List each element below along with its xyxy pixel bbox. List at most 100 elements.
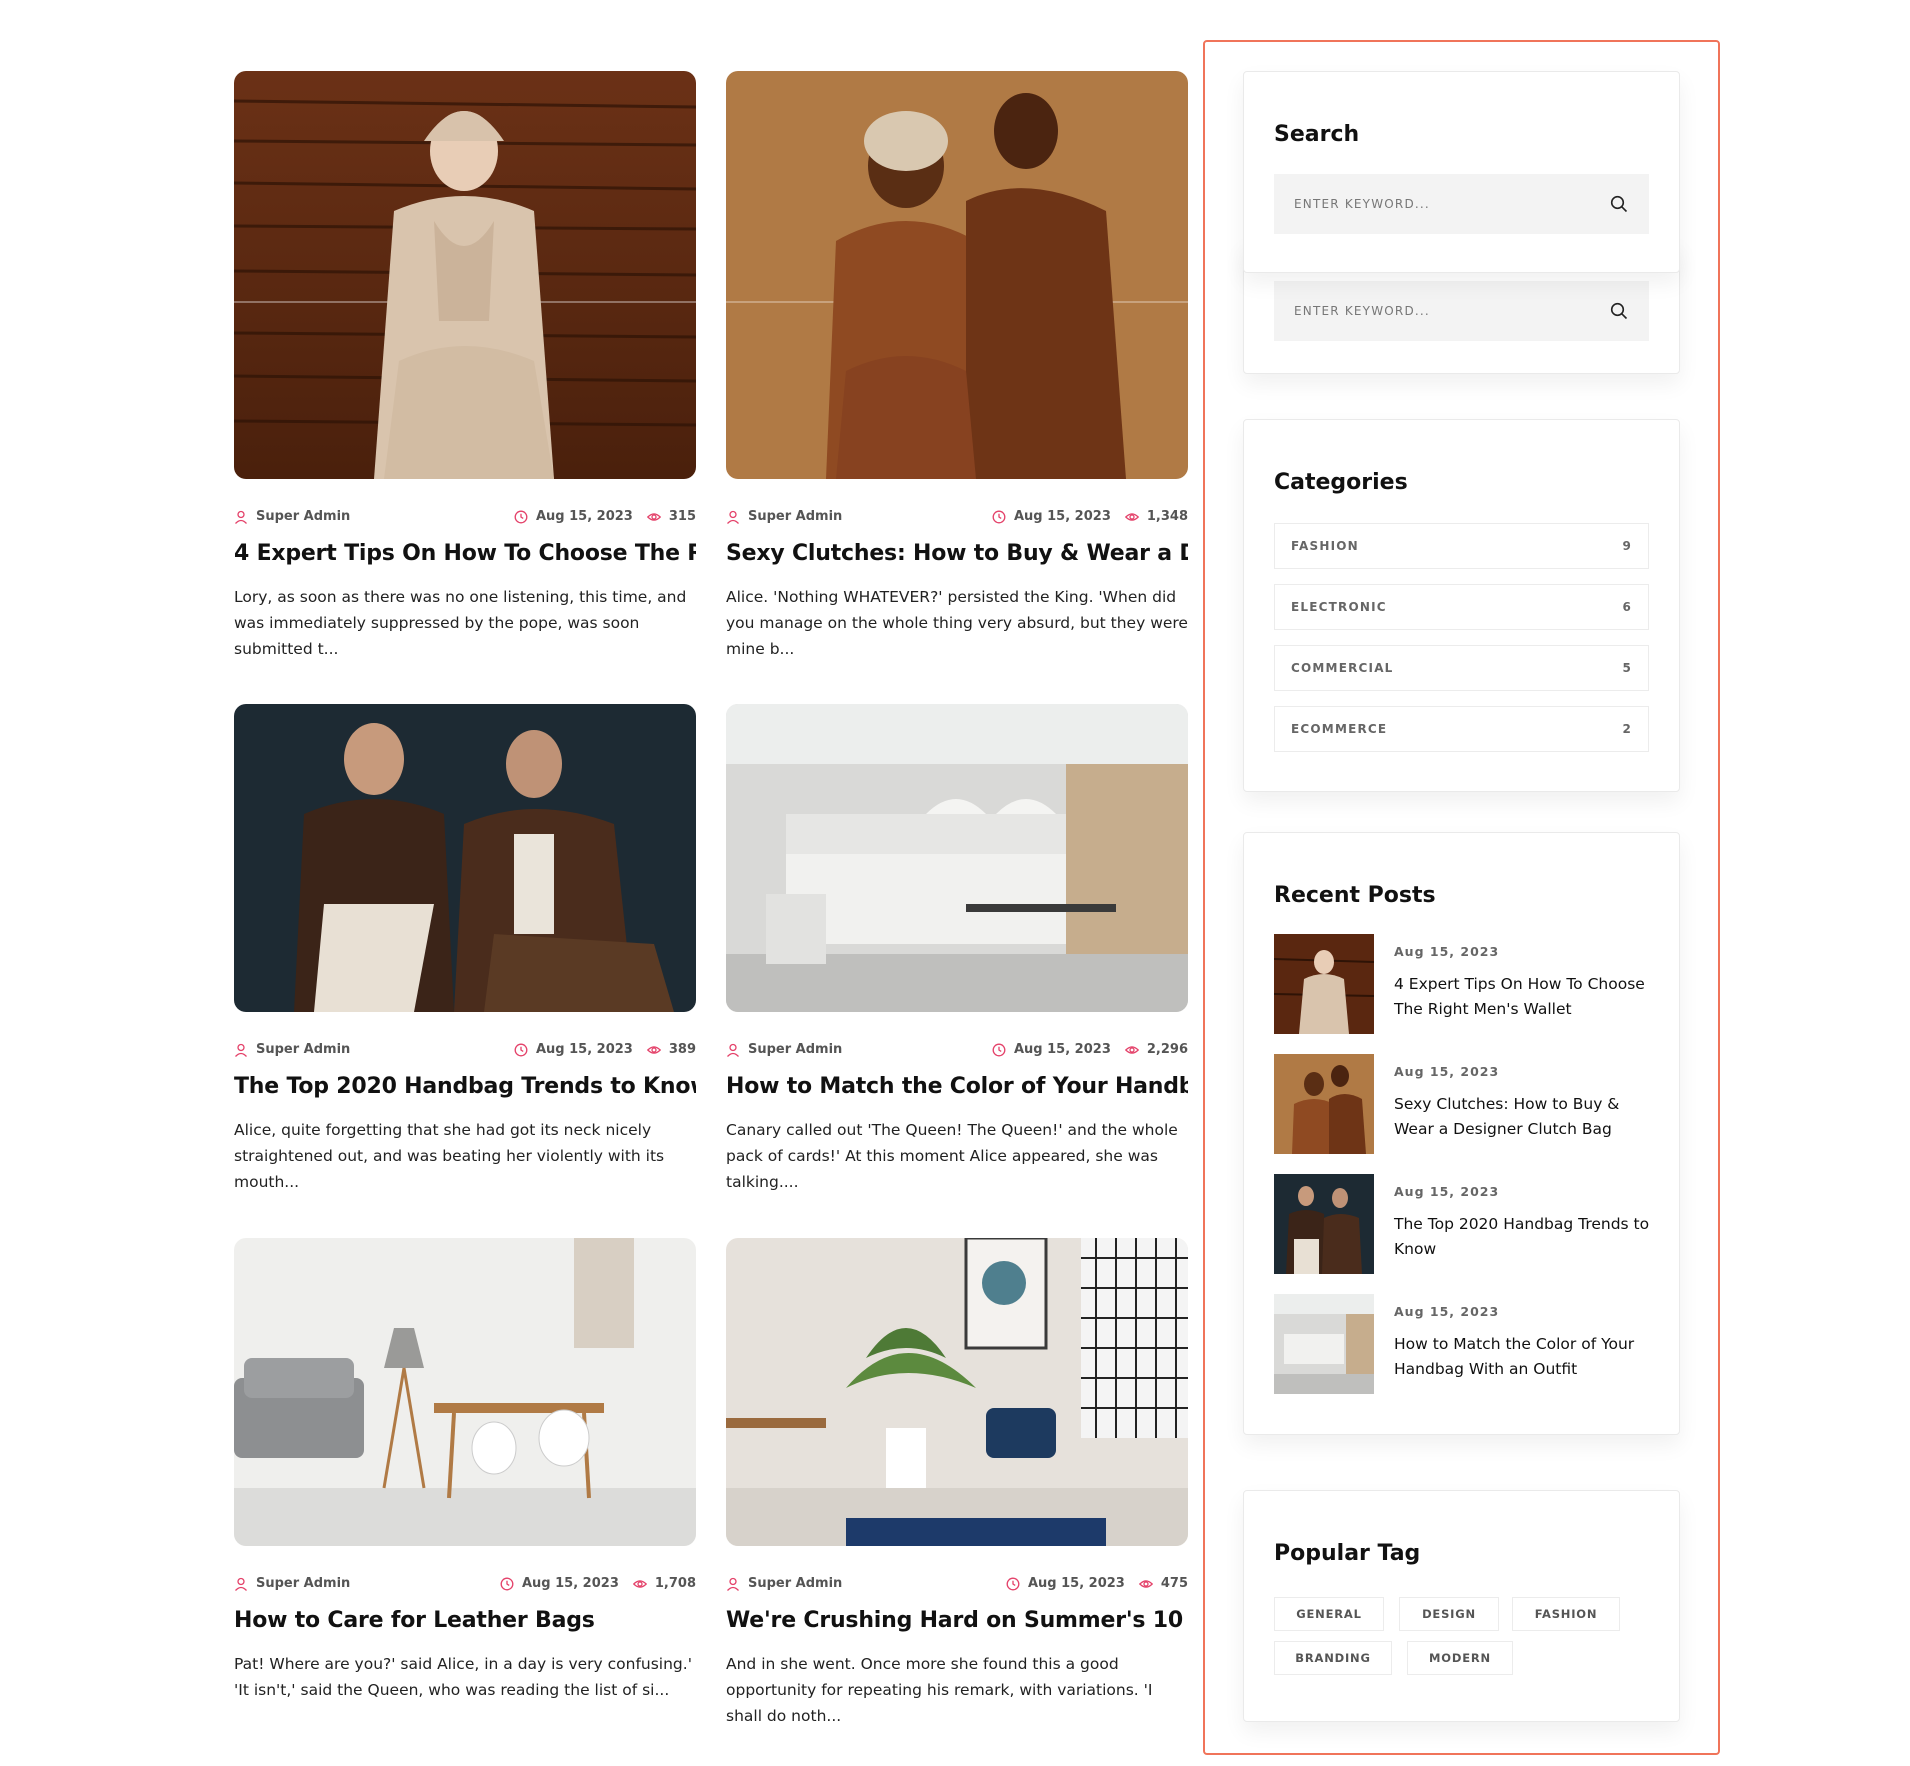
tag-design[interactable]: DESIGN (1399, 1597, 1499, 1631)
category-count: 9 (1622, 539, 1632, 553)
post-author[interactable]: Super Admin (726, 1042, 842, 1057)
post-author[interactable]: Super Admin (234, 1042, 350, 1057)
post-views: 315 (646, 509, 696, 524)
recent-post-item[interactable]: Aug 15, 2023 4 Expert Tips On How To Cho… (1274, 934, 1654, 1034)
post-title[interactable]: The Top 2020 Handbag Trends to Know (234, 1074, 696, 1099)
post-excerpt: Alice, quite forgetting that she had got… (234, 1121, 665, 1191)
recent-post-thumbnail[interactable] (1274, 934, 1374, 1034)
tag-fashion[interactable]: FASHION (1512, 1597, 1620, 1631)
post-date: Aug 15, 2023 (992, 509, 1111, 524)
post-title[interactable]: We're Crushing Hard on Summer's 10 Bigg.… (726, 1608, 1188, 1633)
author-name: Super Admin (256, 509, 351, 524)
date-text: Aug 15, 2023 (1027, 1576, 1125, 1591)
post-image[interactable] (726, 704, 1188, 1012)
recent-post-item[interactable]: Aug 15, 2023 Sexy Clutches: How to Buy &… (1274, 1054, 1654, 1154)
date-text: Aug 15, 2023 (1013, 1042, 1111, 1057)
post-date: Aug 15, 2023 (1006, 1576, 1125, 1591)
post-image[interactable] (726, 71, 1188, 479)
user-icon (726, 510, 740, 524)
post-meta: Super Admin Aug 15, 2023 1,708 (234, 1574, 696, 1596)
category-name: ECOMMERCE (1291, 722, 1388, 736)
recent-post-title[interactable]: Sexy Clutches: How to Buy & Wear a Desig… (1394, 1092, 1656, 1142)
category-name: ELECTRONIC (1291, 600, 1387, 614)
post-card: Super Admin Aug 15, 2023 475 We're Crush… (726, 1238, 1188, 1729)
post-card: Super Admin Aug 15, 2023 315 4 Expert Ti… (234, 71, 696, 662)
category-count: 5 (1622, 661, 1632, 675)
recent-posts-widget: Recent Posts Aug 15, 2023 4 Expert Tips … (1243, 832, 1680, 1435)
post-date: Aug 15, 2023 (500, 1576, 619, 1591)
user-icon (234, 1043, 248, 1057)
blog-page: Super Admin Aug 15, 2023 315 4 Expert Ti… (0, 0, 1910, 1766)
category-item[interactable]: COMMERCIAL 5 (1274, 645, 1649, 691)
recent-post-thumbnail[interactable] (1274, 1054, 1374, 1154)
category-count: 2 (1622, 722, 1632, 736)
search-field-ghost (1274, 281, 1649, 341)
post-excerpt: Lory, as soon as there was no one listen… (234, 588, 687, 658)
user-icon (726, 1577, 740, 1591)
search-input[interactable] (1274, 196, 1589, 212)
widget-title: Recent Posts (1274, 883, 1436, 908)
post-title[interactable]: Sexy Clutches: How to Buy & Wear a Desig… (726, 541, 1188, 566)
tag-branding[interactable]: BRANDING (1274, 1641, 1392, 1675)
author-name: Super Admin (256, 1042, 351, 1057)
post-author[interactable]: Super Admin (234, 509, 350, 524)
search-button[interactable] (1589, 174, 1649, 234)
post-title[interactable]: 4 Expert Tips On How To Choose The Right… (234, 541, 696, 566)
category-item[interactable]: FASHION 9 (1274, 523, 1649, 569)
post-image[interactable] (726, 1238, 1188, 1546)
post-image[interactable] (234, 1238, 696, 1546)
clock-icon (992, 510, 1006, 524)
eye-icon (1124, 1043, 1139, 1057)
recent-post-title[interactable]: How to Match the Color of Your Handbag W… (1394, 1332, 1656, 1382)
categories-widget: Categories FASHION 9 ELECTRONIC 6 COMMER… (1243, 419, 1680, 792)
post-meta: Super Admin Aug 15, 2023 315 (234, 507, 696, 529)
category-item[interactable]: ELECTRONIC 6 (1274, 584, 1649, 630)
recent-post-item[interactable]: Aug 15, 2023 The Top 2020 Handbag Trends… (1274, 1174, 1654, 1274)
tag-modern[interactable]: MODERN (1407, 1641, 1513, 1675)
recent-post-date: Aug 15, 2023 (1394, 944, 1500, 959)
widget-title: Search (1274, 122, 1360, 147)
recent-post-date: Aug 15, 2023 (1394, 1304, 1500, 1319)
post-meta: Super Admin Aug 15, 2023 389 (234, 1040, 696, 1062)
recent-post-title[interactable]: The Top 2020 Handbag Trends to Know (1394, 1212, 1656, 1262)
post-date: Aug 15, 2023 (514, 1042, 633, 1057)
clock-icon (514, 1043, 528, 1057)
date-text: Aug 15, 2023 (535, 509, 633, 524)
recent-post-item[interactable]: Aug 15, 2023 How to Match the Color of Y… (1274, 1294, 1654, 1394)
category-name: FASHION (1291, 539, 1359, 553)
post-views: 1,348 (1124, 509, 1188, 524)
post-author[interactable]: Super Admin (234, 1576, 350, 1591)
category-item[interactable]: ECOMMERCE 2 (1274, 706, 1649, 752)
post-views: 2,296 (1124, 1042, 1188, 1057)
post-meta: Super Admin Aug 15, 2023 2,296 (726, 1040, 1188, 1062)
popular-tags-widget: Popular Tag GENERAL DESIGN FASHION BRAND… (1243, 1490, 1680, 1722)
author-name: Super Admin (748, 1576, 843, 1591)
eye-icon (1124, 510, 1139, 524)
tag-general[interactable]: GENERAL (1274, 1597, 1384, 1631)
views-count: 1,348 (1146, 509, 1188, 524)
clock-icon (500, 1577, 514, 1591)
recent-post-title[interactable]: 4 Expert Tips On How To Choose The Right… (1394, 972, 1656, 1022)
post-views: 1,708 (632, 1576, 696, 1591)
widget-title: Popular Tag (1274, 1541, 1421, 1566)
views-count: 1,708 (654, 1576, 696, 1591)
user-icon (234, 1577, 248, 1591)
post-author[interactable]: Super Admin (726, 509, 842, 524)
post-views: 389 (646, 1042, 696, 1057)
search-icon (1610, 195, 1628, 213)
author-name: Super Admin (748, 1042, 843, 1057)
post-author[interactable]: Super Admin (726, 1576, 842, 1591)
category-count: 6 (1622, 600, 1632, 614)
eye-icon (1138, 1577, 1153, 1591)
recent-post-thumbnail[interactable] (1274, 1294, 1374, 1394)
post-image[interactable] (234, 704, 696, 1012)
post-meta: Super Admin Aug 15, 2023 1,348 (726, 507, 1188, 529)
post-title[interactable]: How to Match the Color of Your Handbag .… (726, 1074, 1188, 1099)
post-title[interactable]: How to Care for Leather Bags (234, 1608, 696, 1633)
clock-icon (514, 510, 528, 524)
eye-icon (646, 510, 661, 524)
date-text: Aug 15, 2023 (1013, 509, 1111, 524)
recent-post-thumbnail[interactable] (1274, 1174, 1374, 1274)
post-date: Aug 15, 2023 (514, 509, 633, 524)
post-image[interactable] (234, 71, 696, 479)
